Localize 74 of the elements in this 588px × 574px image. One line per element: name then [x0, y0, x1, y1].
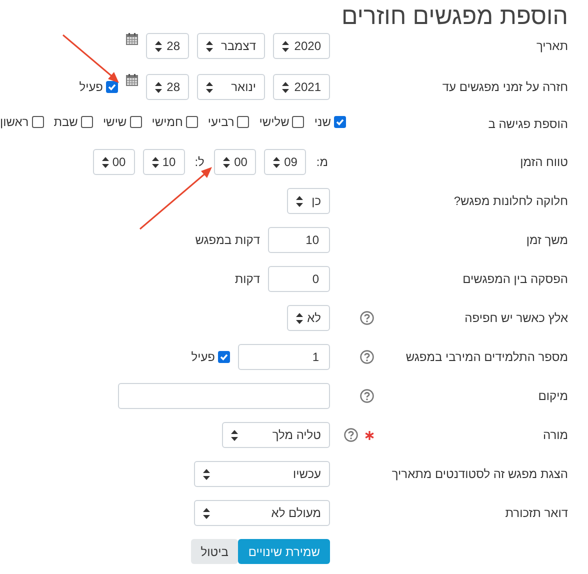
- dropdown[interactable]: 00: [92, 149, 135, 175]
- field-label: הוספת פגישה ב: [487, 116, 569, 132]
- sort-arrows-icon: [282, 40, 289, 52]
- field-label: מספר התלמידים המירבי במפגש: [404, 349, 569, 365]
- unit-label: דקות במפגש: [195, 233, 260, 247]
- sort-arrows-icon: [223, 156, 230, 168]
- field-label: חזרה על זמני מפגשים עד: [441, 79, 569, 95]
- sort-arrows-icon: [206, 82, 213, 92]
- sort-arrows-icon: [102, 156, 109, 168]
- checkbox-label: שלישי: [259, 115, 290, 129]
- unit-label: דקות: [234, 272, 260, 286]
- field-label: משך זמן: [525, 232, 569, 248]
- checkbox-label: שני: [314, 115, 331, 129]
- sort-arrows-icon: [296, 312, 303, 324]
- sort-arrows-icon: [155, 82, 162, 92]
- checkbox-label: חמישי: [152, 115, 183, 129]
- number-field[interactable]: 1: [238, 344, 330, 370]
- field-label: דואר תזכורת: [504, 505, 569, 521]
- text-field[interactable]: [118, 383, 330, 409]
- field-label: תאריך: [535, 38, 569, 54]
- field-label: מיקום: [537, 388, 569, 404]
- sort-arrows-icon: [231, 430, 238, 440]
- checkbox-label: שישי: [102, 115, 127, 129]
- dropdown[interactable]: ינואר: [197, 74, 265, 100]
- sort-arrows-icon: [152, 156, 159, 168]
- field-label: חלוקה לחלונות מפגש?: [452, 193, 569, 209]
- checkbox-label: ראשון: [0, 115, 29, 129]
- dropdown[interactable]: טליה מלך: [222, 422, 330, 448]
- page-title: הוספת מפגשים חוזרים: [340, 2, 569, 32]
- checkbox[interactable]: [334, 116, 346, 128]
- dropdown[interactable]: דצמבר: [197, 33, 265, 59]
- time-label: ל:: [194, 155, 206, 169]
- dropdown[interactable]: לא: [287, 305, 330, 331]
- calendar-icon: [126, 33, 138, 45]
- sort-arrows-icon: [155, 40, 162, 52]
- checkbox[interactable]: [186, 116, 198, 128]
- dropdown[interactable]: 00: [214, 149, 256, 175]
- sort-arrows-icon: [206, 40, 213, 52]
- number-field[interactable]: 10: [268, 227, 330, 253]
- calendar-icon: [126, 74, 138, 86]
- cancel-button[interactable]: ביטול: [190, 539, 238, 564]
- dropdown[interactable]: 2021: [273, 74, 330, 100]
- checkbox-label: פעיל: [191, 350, 215, 364]
- field-label: מורה: [542, 427, 569, 443]
- checkbox[interactable]: [292, 116, 304, 128]
- dropdown[interactable]: כן: [287, 188, 330, 214]
- field-label: הצגת מפגש זה לסטודנטים מתאריך: [390, 466, 569, 482]
- dropdown[interactable]: 2020: [273, 33, 330, 59]
- time-label: מ:: [315, 155, 329, 169]
- sort-arrows-icon: [273, 156, 280, 168]
- sort-arrows-icon: [296, 196, 303, 206]
- checkbox[interactable]: [106, 81, 118, 93]
- dropdown[interactable]: 09: [264, 149, 306, 175]
- dropdown[interactable]: עכשיו: [194, 461, 330, 487]
- dropdown[interactable]: 28: [146, 74, 189, 100]
- dropdown[interactable]: 10: [142, 149, 185, 175]
- checkbox[interactable]: [237, 116, 250, 128]
- field-label: הפסקה בין המפגשים: [462, 271, 569, 287]
- number-field[interactable]: 0: [268, 266, 330, 292]
- sort-arrows-icon: [282, 82, 289, 92]
- checkbox[interactable]: [32, 116, 44, 128]
- field-label: אלץ כאשר יש חפיפה: [464, 310, 569, 326]
- checkbox-label: שבת: [54, 115, 78, 129]
- checkbox-label: רביעי: [208, 115, 234, 129]
- field-label: טווח הזמן: [519, 154, 569, 170]
- checkbox[interactable]: [130, 116, 142, 128]
- checkbox-label: פעיל: [79, 80, 103, 94]
- checkbox[interactable]: [218, 351, 230, 363]
- sort-arrows-icon: [203, 508, 210, 518]
- sort-arrows-icon: [203, 468, 210, 480]
- dropdown[interactable]: מעולם לא: [194, 500, 330, 526]
- dropdown[interactable]: 28: [146, 33, 189, 59]
- arrow-annotation: [62, 34, 119, 83]
- checkbox[interactable]: [80, 116, 93, 128]
